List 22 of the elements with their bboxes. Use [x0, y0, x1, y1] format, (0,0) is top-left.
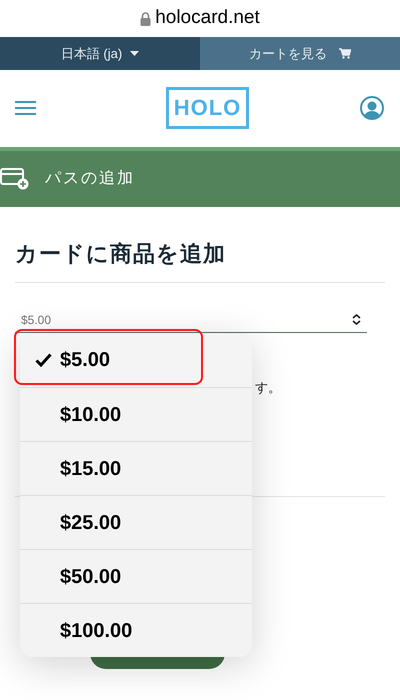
card-add-icon [0, 168, 29, 190]
logo-text: HOLO [174, 94, 242, 122]
add-pass-banner[interactable]: パスの追加 [0, 147, 400, 207]
menu-icon[interactable] [15, 100, 36, 116]
chevron-updown-icon [352, 314, 361, 325]
amount-option[interactable]: $25.00 [20, 495, 252, 549]
amount-option[interactable]: $10.00 [20, 387, 252, 441]
amount-option[interactable]: $5.00 [20, 333, 252, 387]
section-title: カードに商品を追加 [15, 240, 227, 268]
checkmark-icon [34, 353, 52, 367]
cart-icon [339, 48, 351, 59]
amount-option[interactable]: $50.00 [20, 549, 252, 603]
amount-option[interactable]: $15.00 [20, 441, 252, 495]
view-cart-button[interactable]: カートを見る [200, 37, 400, 70]
banner-label: パスの追加 [45, 168, 135, 189]
lock-icon [140, 12, 152, 26]
description-text: す。 [255, 380, 281, 395]
caret-icon [130, 51, 140, 56]
url-text[interactable]: holocard.net [155, 4, 260, 33]
account-icon[interactable] [359, 94, 385, 120]
amount-option[interactable]: $100.00 [20, 603, 252, 657]
language-selector[interactable]: 日本語 (ja) [0, 37, 200, 70]
